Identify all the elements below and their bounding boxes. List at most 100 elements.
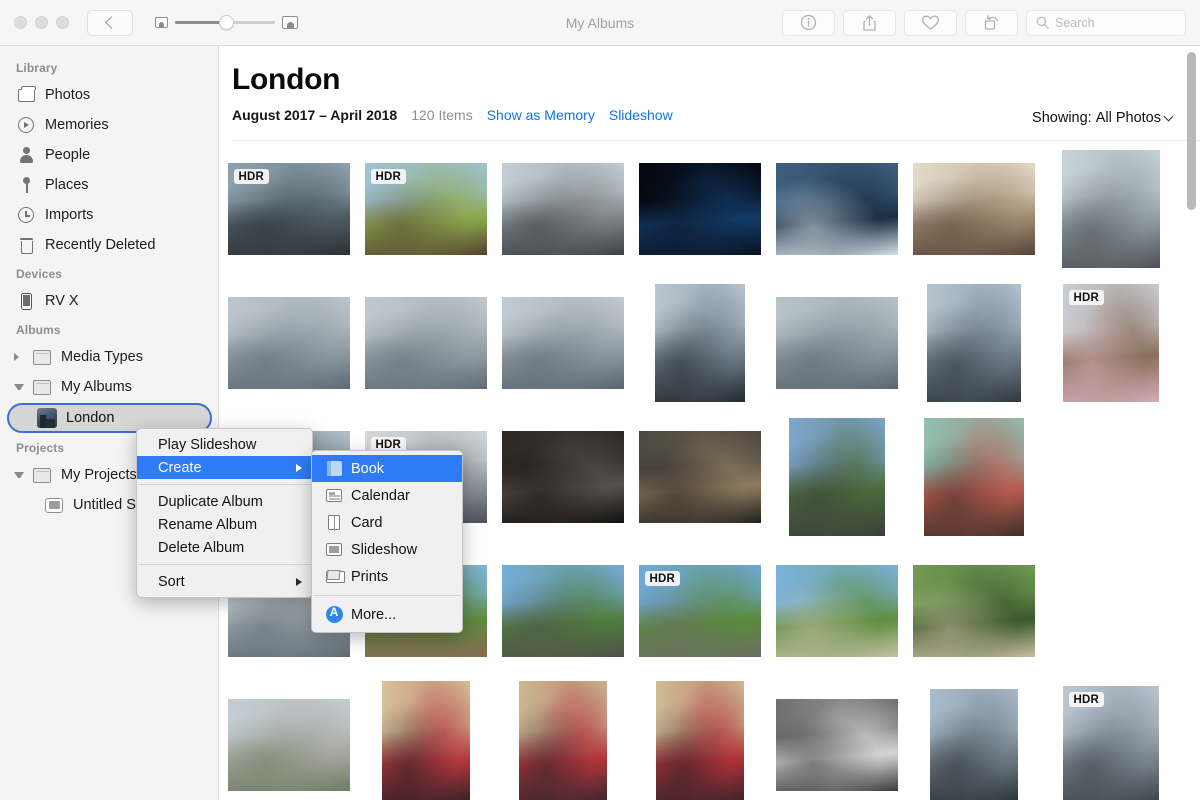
submenu-item-book[interactable]: Book xyxy=(312,455,462,482)
photo-thumbnail[interactable] xyxy=(501,565,624,657)
showing-filter[interactable]: Showing: All Photos xyxy=(1032,110,1174,126)
photo-cell[interactable] xyxy=(220,278,357,408)
photo-thumbnail[interactable] xyxy=(501,297,624,389)
photo-thumbnail[interactable] xyxy=(364,297,487,389)
photo-thumbnail[interactable]: HDR xyxy=(364,163,487,255)
create-submenu[interactable]: Book Calendar Card Slideshow Prints More… xyxy=(311,450,463,633)
album-context-menu[interactable]: Play Slideshow Create Duplicate Album Re… xyxy=(136,428,313,598)
photo-cell[interactable] xyxy=(494,412,631,542)
photo-cell[interactable] xyxy=(905,278,1042,408)
minimize-button[interactable] xyxy=(35,16,48,29)
submenu-item-prints[interactable]: Prints xyxy=(312,563,462,590)
submenu-item-slideshow[interactable]: Slideshow xyxy=(312,536,462,563)
photo-thumbnail[interactable] xyxy=(227,699,350,791)
slider-track[interactable] xyxy=(175,15,275,30)
photo-cell[interactable] xyxy=(905,144,1042,274)
photo-cell[interactable] xyxy=(768,412,905,542)
photo-thumbnail[interactable] xyxy=(638,431,761,523)
photo-thumbnail[interactable] xyxy=(655,681,744,800)
photo-thumbnail[interactable]: HDR xyxy=(1062,284,1159,402)
sidebar-item-media-types[interactable]: Media Types xyxy=(0,342,218,372)
photo-cell[interactable]: HDR xyxy=(220,144,357,274)
sidebar-item-my-albums[interactable]: My Albums xyxy=(0,372,218,402)
photo-thumbnail[interactable] xyxy=(381,681,470,800)
sidebar-item-people[interactable]: People xyxy=(0,140,218,170)
photo-cell[interactable]: HDR xyxy=(357,144,494,274)
photo-thumbnail[interactable] xyxy=(654,284,745,402)
sidebar-item-memories[interactable]: Memories xyxy=(0,110,218,140)
photo-cell[interactable] xyxy=(357,278,494,408)
sidebar-item-imports[interactable]: Imports xyxy=(0,200,218,230)
photo-thumbnail[interactable] xyxy=(912,163,1035,255)
disclosure-triangle-expanded-icon[interactable] xyxy=(14,472,24,478)
rotate-button[interactable] xyxy=(965,9,1018,36)
slider-knob[interactable] xyxy=(219,15,234,30)
zoom-button[interactable] xyxy=(56,16,69,29)
photo-cell[interactable] xyxy=(631,144,768,274)
show-as-memory-link[interactable]: Show as Memory xyxy=(487,107,595,123)
photo-thumbnail[interactable] xyxy=(501,163,624,255)
photo-thumbnail[interactable] xyxy=(1061,150,1160,268)
sidebar-item-rv-x[interactable]: RV X xyxy=(0,286,218,316)
favorite-button[interactable] xyxy=(904,9,957,36)
slideshow-link[interactable]: Slideshow xyxy=(609,107,673,123)
photo-thumbnail[interactable]: HDR xyxy=(638,565,761,657)
scrollbar-thumb[interactable] xyxy=(1187,52,1196,210)
menu-item-rename-album[interactable]: Rename Album xyxy=(137,513,312,536)
menu-item-play-slideshow[interactable]: Play Slideshow xyxy=(137,433,312,456)
photo-cell[interactable] xyxy=(631,278,768,408)
photo-thumbnail[interactable] xyxy=(775,163,898,255)
photo-cell[interactable] xyxy=(905,546,1042,676)
close-button[interactable] xyxy=(14,16,27,29)
info-button[interactable] xyxy=(782,9,835,36)
menu-item-sort[interactable]: Sort xyxy=(137,570,312,593)
photo-thumbnail[interactable] xyxy=(518,681,607,800)
menu-item-create[interactable]: Create xyxy=(137,456,312,479)
vertical-scrollbar[interactable] xyxy=(1187,50,1196,796)
photo-cell[interactable] xyxy=(768,680,905,800)
photo-cell[interactable] xyxy=(1042,144,1179,274)
photo-thumbnail[interactable] xyxy=(501,431,624,523)
sidebar-item-recently-deleted[interactable]: Recently Deleted xyxy=(0,230,218,260)
photo-cell[interactable]: HDR xyxy=(1042,278,1179,408)
back-button[interactable] xyxy=(87,9,133,36)
photo-cell[interactable] xyxy=(494,278,631,408)
photo-cell[interactable] xyxy=(631,680,768,800)
chevron-down-icon[interactable] xyxy=(1163,111,1174,121)
submenu-item-more[interactable]: More... xyxy=(312,601,462,628)
photo-thumbnail[interactable] xyxy=(638,163,761,255)
menu-item-delete-album[interactable]: Delete Album xyxy=(137,536,312,559)
photo-cell[interactable] xyxy=(768,546,905,676)
photo-cell[interactable] xyxy=(905,412,1042,542)
disclosure-triangle-expanded-icon[interactable] xyxy=(14,384,24,390)
photo-cell[interactable]: HDR xyxy=(1042,680,1179,800)
sidebar-item-photos[interactable]: Photos xyxy=(0,80,218,110)
photo-thumbnail[interactable] xyxy=(788,418,885,536)
submenu-item-card[interactable]: Card xyxy=(312,509,462,536)
photo-cell[interactable] xyxy=(357,680,494,800)
photo-cell[interactable] xyxy=(494,144,631,274)
photo-thumbnail[interactable] xyxy=(775,565,898,657)
photo-cell[interactable] xyxy=(631,412,768,542)
photo-thumbnail[interactable] xyxy=(912,565,1035,657)
disclosure-triangle-collapsed-icon[interactable] xyxy=(14,353,24,361)
photo-thumbnail[interactable]: HDR xyxy=(1062,686,1159,800)
photo-thumbnail[interactable] xyxy=(923,418,1024,536)
photo-thumbnail[interactable] xyxy=(929,689,1018,800)
photo-cell[interactable] xyxy=(220,680,357,800)
photo-cell[interactable]: HDR xyxy=(631,546,768,676)
photo-cell[interactable] xyxy=(768,144,905,274)
sidebar-item-places[interactable]: Places xyxy=(0,170,218,200)
photo-thumbnail[interactable] xyxy=(775,699,898,791)
photo-cell[interactable] xyxy=(494,546,631,676)
photo-thumbnail[interactable] xyxy=(775,297,898,389)
submenu-item-calendar[interactable]: Calendar xyxy=(312,482,462,509)
photo-cell[interactable] xyxy=(494,680,631,800)
photo-thumbnail[interactable] xyxy=(926,284,1021,402)
photo-cell[interactable] xyxy=(768,278,905,408)
photo-thumbnail[interactable]: HDR xyxy=(227,163,350,255)
photo-cell[interactable] xyxy=(905,680,1042,800)
thumbnail-size-slider[interactable] xyxy=(155,15,298,30)
search-field[interactable]: Search xyxy=(1026,9,1186,36)
menu-item-duplicate-album[interactable]: Duplicate Album xyxy=(137,490,312,513)
